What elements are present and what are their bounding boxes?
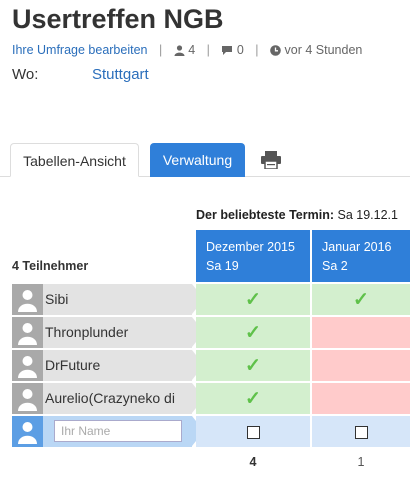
divider: | xyxy=(206,43,210,57)
avatar-icon xyxy=(12,317,43,348)
vote-total: 1 xyxy=(357,455,365,469)
edit-poll-link[interactable]: Ihre Umfrage bearbeiten xyxy=(12,43,148,57)
check-icon: ✓ xyxy=(245,355,261,376)
participant-name-cell: Sibi xyxy=(12,284,204,315)
participant-name: Thronplunder xyxy=(45,324,129,340)
vote-cell-no xyxy=(312,383,410,414)
comment-icon xyxy=(221,43,233,57)
avatar-icon xyxy=(12,284,43,315)
best-date-label: Der beliebteste Termin: xyxy=(196,208,335,222)
printer-icon[interactable] xyxy=(260,151,282,170)
column-month: Dezember 2015 xyxy=(206,240,295,254)
poll-meta: Ihre Umfrage bearbeiten | 4 | 0 | vor 4 … xyxy=(12,43,362,57)
participant-row: DrFuture ✓ xyxy=(0,350,410,381)
user-icon xyxy=(174,43,185,57)
date-column-header: Dezember 2015 Sa 19 xyxy=(196,230,310,282)
vote-cell-yes: ✓ xyxy=(196,350,310,381)
column-day: Sa 2 xyxy=(322,259,348,273)
avatar-icon xyxy=(12,416,43,447)
tab-admin[interactable]: Verwaltung xyxy=(150,143,245,177)
participant-row: Aurelio(Crazyneko di ✓ xyxy=(0,383,410,414)
participant-row: Sibi ✓ ✓ xyxy=(0,284,410,315)
best-date-value: Sa 19.12.1 xyxy=(337,208,398,222)
column-day: Sa 19 xyxy=(206,259,239,273)
best-date: Der beliebteste Termin: Sa 19.12.1 xyxy=(196,208,398,222)
participant-name: Aurelio(Crazyneko di xyxy=(45,390,175,406)
participant-count-label: 4 Teilnehmer xyxy=(12,259,89,273)
vote-cell xyxy=(196,416,310,447)
tab-table-view[interactable]: Tabellen-Ansicht xyxy=(10,143,139,177)
location-link[interactable]: Stuttgart xyxy=(92,66,149,83)
vote-cell-no xyxy=(312,350,410,381)
vote-cell-yes: ✓ xyxy=(312,284,410,315)
participants-count: 4 xyxy=(188,43,196,57)
check-icon: ✓ xyxy=(353,289,369,310)
vote-cell-yes: ✓ xyxy=(196,317,310,348)
participant-name-cell: Thronplunder xyxy=(12,317,204,348)
date-column-header: Januar 2016 Sa 2 xyxy=(312,230,410,282)
participant-name: Sibi xyxy=(45,291,69,307)
vote-total: 4 xyxy=(249,455,257,469)
divider: | xyxy=(158,43,163,57)
created-time: vor 4 Stunden xyxy=(284,43,363,57)
check-icon: ✓ xyxy=(245,388,261,409)
new-entry-row xyxy=(0,416,410,447)
check-icon: ✓ xyxy=(245,322,261,343)
name-input[interactable] xyxy=(54,420,182,442)
participant-name: DrFuture xyxy=(45,357,101,373)
avatar-icon xyxy=(12,383,43,414)
check-icon: ✓ xyxy=(245,289,261,310)
participant-row: Thronplunder ✓ xyxy=(0,317,410,348)
participant-name-cell: DrFuture xyxy=(12,350,204,381)
new-entry-name-cell xyxy=(12,416,204,447)
location-label: Wo: xyxy=(12,66,39,83)
vote-cell-yes: ✓ xyxy=(196,383,310,414)
column-month: Januar 2016 xyxy=(322,240,392,254)
poll-title: Usertreffen NGB xyxy=(12,4,224,34)
comments-count: 0 xyxy=(236,43,244,57)
vote-checkbox[interactable] xyxy=(247,425,260,439)
vote-cell-yes: ✓ xyxy=(196,284,310,315)
vote-cell xyxy=(312,416,410,447)
vote-cell-no xyxy=(312,317,410,348)
clock-icon xyxy=(270,43,281,57)
avatar-icon xyxy=(12,350,43,381)
divider: | xyxy=(255,43,259,57)
vote-checkbox[interactable] xyxy=(355,425,368,439)
participant-name-cell: Aurelio(Crazyneko di xyxy=(12,383,204,414)
